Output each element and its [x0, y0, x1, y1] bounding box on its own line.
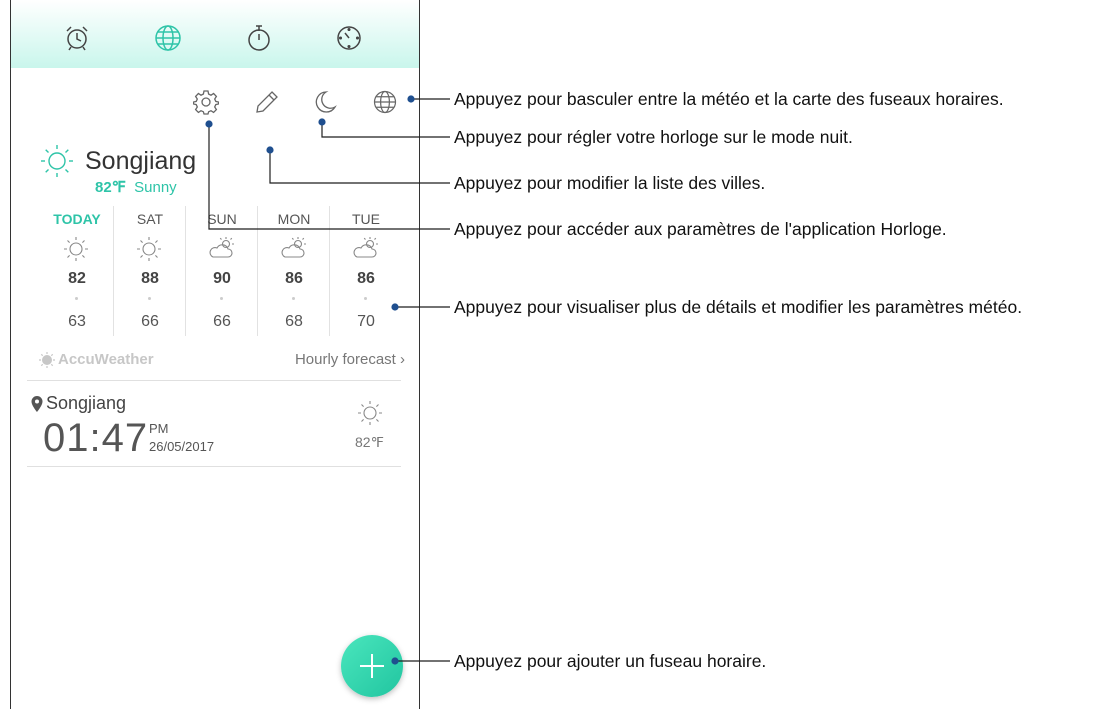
annotation-night-mode: Appuyez pour régler votre horloge sur le…: [454, 127, 853, 147]
forecast-day-name: TUE: [352, 211, 380, 227]
world-clock-city-name: Songjiang: [46, 393, 127, 413]
annotation-weather-details: Appuyez pour visualiser plus de détails …: [454, 297, 1023, 317]
world-clock-city[interactable]: Songjiang: [31, 393, 126, 414]
weather-city-name: Songjiang: [85, 146, 197, 175]
tab-alarm[interactable]: [57, 18, 97, 58]
forecast-dot: [364, 297, 367, 300]
night-mode-button[interactable]: [307, 84, 343, 120]
partly-cloudy-icon: [353, 237, 378, 258]
divider: [27, 380, 401, 381]
forecast-low: 66: [213, 313, 231, 330]
globe-icon: [155, 25, 181, 51]
accuweather-sun-icon: [39, 351, 55, 368]
forecast-high: 86: [357, 270, 375, 287]
hourly-forecast-link[interactable]: Hourly forecast ›: [295, 351, 405, 368]
annotation-add-time-zone: Appuyez pour ajouter un fuseau horaire.: [454, 651, 767, 671]
annotation-edit-cities: Appuyez pour modifier la liste des ville…: [454, 173, 766, 193]
current-temperature: 82℉: [95, 179, 126, 196]
moon-icon: [315, 91, 337, 113]
stopwatch-icon: [248, 25, 270, 51]
pencil-icon: [256, 91, 278, 113]
gear-icon: [193, 90, 219, 115]
annotation-map-toggle: Appuyez pour basculer entre la météo et …: [454, 89, 1004, 109]
forecast-panel[interactable]: TODAY 82 63 SAT 88 66 SUN 90 66 MON 86 6…: [51, 206, 409, 336]
forecast-high: 86: [285, 270, 303, 287]
clock-app-screen: Songjiang 82℉ Sunny TODAY 82 63 SAT 88 6…: [10, 0, 420, 709]
sun-icon: [41, 145, 73, 177]
forecast-day: TUE 86 70: [329, 206, 402, 336]
tab-timer[interactable]: [329, 18, 369, 58]
annotation-settings: Appuyez pour accéder aux paramètres de l…: [454, 219, 947, 239]
world-clock-temperature: 82℉: [355, 434, 384, 450]
sun-icon: [137, 237, 161, 261]
partly-cloudy-icon: [209, 237, 234, 258]
forecast-low: 63: [68, 313, 86, 330]
forecast-day-name: MON: [277, 211, 311, 227]
forecast-low: 70: [357, 313, 375, 330]
settings-button[interactable]: [188, 84, 224, 120]
current-condition: Sunny: [134, 179, 177, 196]
divider: [27, 466, 401, 467]
timer-icon: [337, 26, 361, 50]
location-pin-icon: [31, 395, 43, 412]
forecast-dot: [292, 297, 295, 300]
partly-cloudy-icon: [281, 237, 306, 258]
world-clock-ampm: PM: [149, 421, 169, 436]
alarm-clock-icon: [66, 26, 88, 51]
forecast-dot: [75, 297, 78, 300]
current-conditions: 82℉ Sunny: [95, 178, 177, 196]
globe-icon: [373, 90, 397, 114]
forecast-day: SUN 90 66: [185, 206, 258, 336]
forecast-high: 90: [213, 270, 231, 287]
tab-world-clock[interactable]: [148, 18, 188, 58]
plus-icon: [360, 654, 384, 678]
sun-icon: [358, 401, 382, 425]
forecast-day: TODAY 82 63: [41, 206, 113, 336]
add-time-zone-button[interactable]: [341, 635, 403, 697]
forecast-dot: [220, 297, 223, 300]
forecast-dot: [148, 297, 151, 300]
forecast-day-name: SUN: [207, 211, 237, 227]
forecast-day-name: SAT: [136, 211, 164, 227]
world-clock-time: 01:47: [43, 416, 149, 460]
forecast-day: MON 86 68: [257, 206, 330, 336]
forecast-day: SAT 88 66: [113, 206, 186, 336]
forecast-day-name: TODAY: [53, 211, 101, 227]
forecast-high: 82: [68, 270, 86, 287]
accuweather-logo: AccuWeather: [39, 351, 154, 368]
map-toggle-button[interactable]: [367, 84, 403, 120]
provider-name: AccuWeather: [58, 351, 154, 368]
weather-city-header[interactable]: Songjiang: [39, 143, 196, 179]
tab-bar: [11, 0, 419, 68]
sun-icon: [64, 237, 88, 261]
forecast-low: 68: [285, 313, 303, 330]
forecast-low: 66: [141, 313, 159, 330]
edit-cities-button[interactable]: [249, 84, 285, 120]
world-clock-date: 26/05/2017: [149, 439, 215, 454]
tab-stopwatch[interactable]: [239, 18, 279, 58]
forecast-high: 88: [141, 270, 159, 287]
